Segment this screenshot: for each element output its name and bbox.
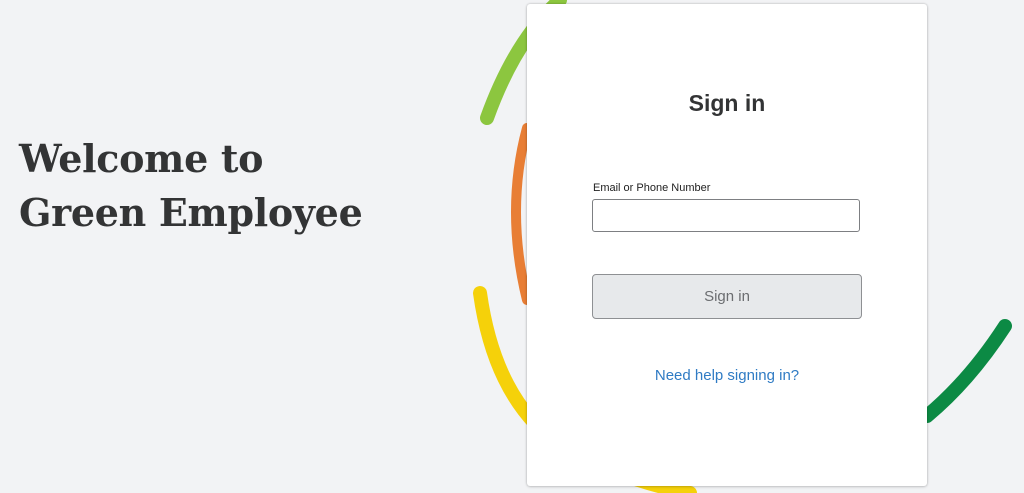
sign-in-page: Welcome to Green Employee Sign in Email … — [0, 0, 1024, 493]
sign-in-button[interactable]: Sign in — [592, 274, 862, 319]
orange-arc — [511, 123, 532, 305]
welcome-line-2: Green Employee — [19, 190, 363, 235]
dark-green-arc — [920, 319, 1012, 423]
sign-in-card: Sign in Email or Phone Number Sign in Ne… — [527, 4, 927, 486]
welcome-heading: Welcome to Green Employee — [19, 132, 363, 240]
email-field-label: Email or Phone Number — [593, 182, 711, 194]
sign-in-title: Sign in — [688, 90, 766, 116]
email-or-phone-input[interactable] — [592, 199, 860, 232]
help-signing-in-link[interactable]: Need help signing in? — [527, 367, 927, 384]
welcome-line-1: Welcome to — [19, 136, 264, 181]
